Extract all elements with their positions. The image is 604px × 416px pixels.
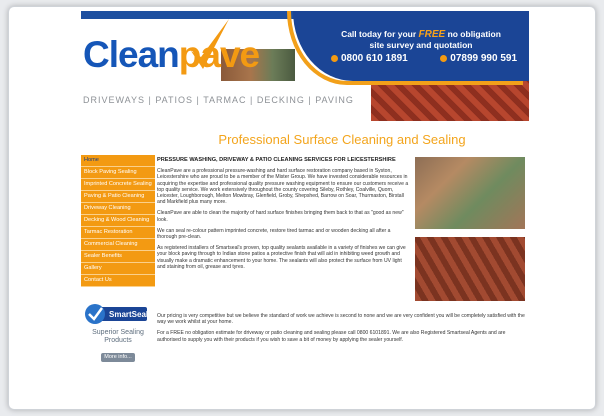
nav-item-tarmac-restoration[interactable]: Tarmac Restoration: [81, 227, 155, 239]
nav-item-sealer-benefits[interactable]: Sealer Benefits: [81, 251, 155, 263]
more-info-button[interactable]: More info...: [101, 353, 135, 362]
content-heading: PRESSURE WASHING, DRIVEWAY & PATIO CLEAN…: [157, 157, 396, 163]
nav-item-commercial-cleaning[interactable]: Commercial Cleaning: [81, 239, 155, 251]
site-logo[interactable]: Cleanpave: [83, 34, 260, 75]
smartseal-label: Superior Sealing Products: [83, 329, 153, 345]
smartseal-badge-text: SmartSeal: [109, 310, 148, 319]
main-content: PRESSURE WASHING, DRIVEWAY & PATIO CLEAN…: [157, 157, 411, 275]
content-paragraph: For a FREE no obligation estimate for dr…: [157, 330, 506, 343]
page-title: Professional Surface Cleaning and Sealin…: [155, 129, 529, 151]
block-paving-photo: [415, 237, 525, 301]
nav-item-decking-wood-cleaning[interactable]: Decking & Wood Cleaning: [81, 215, 155, 227]
nav-item-paving-patio-cleaning[interactable]: Paving & Patio Cleaning: [81, 191, 155, 203]
phone-1[interactable]: 0800 610 1891: [331, 53, 408, 64]
browser-frame: Cleanpave DRIVEWAYS | PATIOS | TARMAC | …: [8, 6, 596, 410]
call-text-post: no obligation: [445, 29, 501, 39]
pressure-washing-photo: [415, 157, 525, 229]
smartseal-label-line2: Products: [104, 337, 132, 344]
smartseal-badge-icon: SmartSeal: [85, 304, 148, 324]
content-paragraph: Our pricing is very competitive but we b…: [157, 313, 525, 326]
nav-item-imprinted-concrete-sealing[interactable]: Imprinted Concrete Sealing: [81, 179, 155, 191]
content-paragraph: We can seal re-colour pattern imprinted …: [157, 227, 391, 241]
nav-item-gallery[interactable]: Gallery: [81, 263, 155, 275]
phone-2[interactable]: 07899 990 591: [440, 53, 517, 64]
phone-icon: [440, 54, 448, 62]
sidebar-nav: Home Block Paving Sealing Imprinted Conc…: [81, 155, 155, 287]
phone-icon: [331, 54, 338, 62]
sidebar: Home Block Paving Sealing Imprinted Conc…: [81, 155, 155, 362]
phone-numbers: 0800 610 1891 07899 990 591: [331, 53, 517, 64]
call-to-action: Call today for your FREE no obligation s…: [331, 29, 511, 50]
content-paragraph: CleanPave are able to clean the majority…: [157, 210, 404, 223]
call-free-text: FREE: [418, 29, 446, 40]
nav-item-block-paving-sealing[interactable]: Block Paving Sealing: [81, 167, 155, 179]
site-header: Cleanpave DRIVEWAYS | PATIOS | TARMAC | …: [81, 11, 529, 121]
phone-2-number: 07899 990 591: [450, 53, 517, 64]
logo-text-clean: Clean: [83, 34, 180, 75]
content-footer-text: Our pricing is very competitive but we b…: [157, 313, 525, 348]
web-page: Cleanpave DRIVEWAYS | PATIOS | TARMAC | …: [81, 11, 529, 391]
content-images: [415, 157, 525, 301]
logo-text-pave: pave: [178, 34, 260, 75]
nav-item-home[interactable]: Home: [81, 155, 155, 167]
call-text-line2: site survey and quotation: [369, 40, 473, 50]
content-paragraph: CleanPave are a professional pressure-wa…: [157, 168, 409, 206]
smartseal-promo[interactable]: SmartSeal Superior Sealing Products More…: [83, 301, 153, 362]
nav-item-contact-us[interactable]: Contact Us: [81, 275, 155, 287]
phone-1-number: 0800 610 1891: [341, 53, 408, 64]
content-paragraph: As registered installers of Smartseal's …: [157, 245, 406, 270]
call-text-pre: Call today for your: [341, 29, 419, 39]
smartseal-label-line1: Superior Sealing: [92, 329, 144, 336]
nav-item-driveway-cleaning[interactable]: Driveway Cleaning: [81, 203, 155, 215]
services-tagline: DRIVEWAYS | PATIOS | TARMAC | DECKING | …: [83, 95, 354, 105]
